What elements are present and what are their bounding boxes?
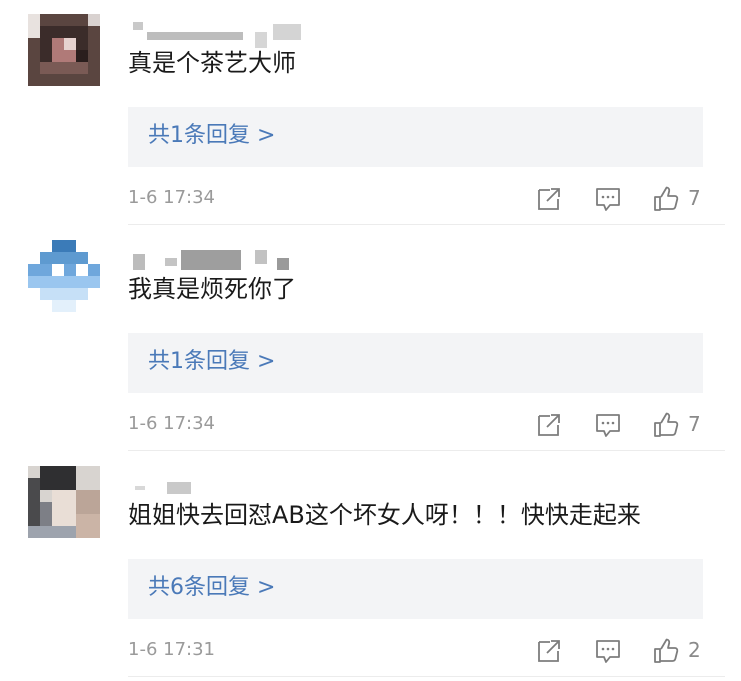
comment-icon[interactable] <box>594 185 622 213</box>
share-icon[interactable] <box>535 185 563 213</box>
replies-box[interactable]: 共1条回复 > <box>128 107 703 167</box>
comment-timestamp: 1-6 17:34 <box>128 413 215 434</box>
username-masked[interactable] <box>131 472 351 498</box>
comment-item: 姐姐快去回怼AB这个坏女人呀！！！快快走起来 共6条回复 > 1-6 17:31… <box>0 452 741 678</box>
divider <box>128 676 725 677</box>
view-replies-link[interactable]: 共1条回复 > <box>148 347 275 377</box>
comment-timestamp: 1-6 17:34 <box>128 187 215 208</box>
thumbs-up-icon[interactable] <box>652 411 680 439</box>
comment-item: 真是个茶艺大师 共1条回复 > 1-6 17:34 7 <box>0 0 741 226</box>
like-count: 2 <box>688 638 701 662</box>
replies-box[interactable]: 共6条回复 > <box>128 559 703 619</box>
like-count: 7 <box>688 412 701 436</box>
divider <box>128 224 725 225</box>
avatar[interactable] <box>28 240 100 312</box>
avatar[interactable] <box>28 14 100 86</box>
divider <box>128 450 725 451</box>
like-count: 7 <box>688 186 701 210</box>
comment-text: 真是个茶艺大师 <box>128 49 296 77</box>
avatar[interactable] <box>28 466 100 538</box>
share-icon[interactable] <box>535 637 563 665</box>
view-replies-link[interactable]: 共6条回复 > <box>148 573 275 603</box>
username-masked[interactable] <box>131 246 351 272</box>
comment-icon[interactable] <box>594 637 622 665</box>
replies-box[interactable]: 共1条回复 > <box>128 333 703 393</box>
thumbs-up-icon[interactable] <box>652 185 680 213</box>
comment-item: 我真是烦死你了 共1条回复 > 1-6 17:34 7 <box>0 226 741 452</box>
comment-timestamp: 1-6 17:31 <box>128 639 215 660</box>
comment-text: 姐姐快去回怼AB这个坏女人呀！！！快快走起来 <box>128 501 641 529</box>
username-masked[interactable] <box>131 20 351 48</box>
comment-text: 我真是烦死你了 <box>128 275 296 303</box>
view-replies-link[interactable]: 共1条回复 > <box>148 121 275 151</box>
thumbs-up-icon[interactable] <box>652 637 680 665</box>
comment-icon[interactable] <box>594 411 622 439</box>
share-icon[interactable] <box>535 411 563 439</box>
